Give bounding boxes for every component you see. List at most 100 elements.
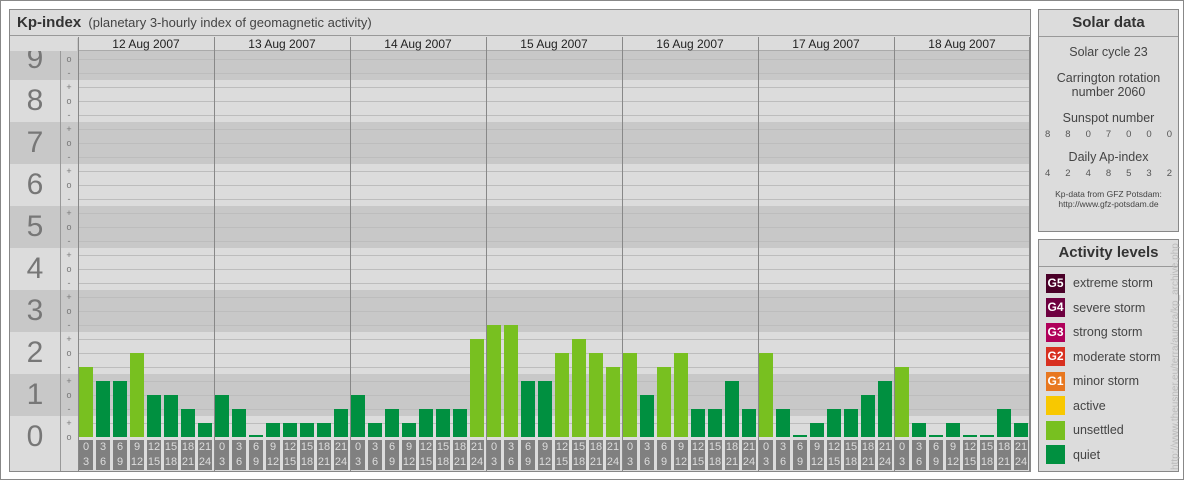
- time-interval-label: 03: [79, 440, 93, 470]
- kp-bar: [79, 367, 93, 437]
- value: 4: [1045, 168, 1051, 179]
- solar-cycle: Solar cycle 23: [1069, 45, 1148, 59]
- interval-end: 3: [490, 456, 498, 468]
- value: 8: [1065, 129, 1071, 140]
- day-divider: [1029, 37, 1030, 471]
- time-interval-label: 21 24: [878, 440, 892, 470]
- interval-end: 18: [300, 456, 314, 468]
- interval-start: 3: [507, 441, 515, 453]
- time-interval-label: 36: [504, 440, 518, 470]
- carrington-line1: Carrington rotation: [1056, 71, 1161, 85]
- kp-bar: [827, 409, 841, 437]
- kp-bar: [164, 395, 178, 437]
- level-label: unsettled: [1073, 423, 1124, 438]
- interval-start: 15: [300, 441, 314, 453]
- interval-end: 3: [626, 456, 634, 468]
- value: 3: [1146, 168, 1152, 179]
- interval-end: 18: [164, 456, 178, 468]
- gridline: [78, 115, 1029, 116]
- sub-tick-label: +: [66, 292, 72, 302]
- interval-start: 0: [490, 441, 498, 453]
- time-interval-label: 9 12: [810, 440, 824, 470]
- interval-end: 24: [198, 456, 212, 468]
- kp-bar: [334, 409, 348, 437]
- kp-tick-label: 8: [26, 84, 44, 117]
- interval-end: 15: [147, 456, 161, 468]
- interval-start: 18: [317, 441, 331, 453]
- interval-end: 9: [932, 456, 940, 468]
- time-interval-label: 03: [487, 440, 501, 470]
- interval-start: 18: [453, 441, 467, 453]
- sub-tick-label: -: [67, 320, 71, 330]
- sub-tick-label: +: [66, 376, 72, 386]
- activity-level-item: G2 moderate storm: [1039, 345, 1178, 370]
- gridline: [78, 269, 1029, 270]
- time-interval-label: 18 21: [317, 440, 331, 470]
- sub-tick-label: +: [66, 166, 72, 176]
- ap-values: 4 2 4 8 5 3 2: [1039, 168, 1178, 179]
- time-interval-label: 15 18: [572, 440, 586, 470]
- interval-start: 0: [762, 441, 770, 453]
- time-interval-label: 9 12: [130, 440, 144, 470]
- value: 0: [1146, 129, 1152, 140]
- interval-end: 21: [453, 456, 467, 468]
- kp-bar: [793, 435, 807, 437]
- interval-end: 3: [218, 456, 226, 468]
- gridline: [78, 255, 1029, 256]
- kp-bar: [606, 367, 620, 437]
- kp-bar: [147, 395, 161, 437]
- level-swatch: G2: [1046, 347, 1065, 367]
- kp-bar: [589, 353, 603, 437]
- day-label: 14 Aug 2007: [350, 37, 486, 51]
- kp-tick-label: 4: [26, 252, 44, 285]
- interval-start: 15: [844, 441, 858, 453]
- level-label: minor storm: [1073, 374, 1139, 389]
- activity-level-item: G5 extreme storm: [1039, 271, 1178, 296]
- time-interval-label: 36: [776, 440, 790, 470]
- time-interval-label: 21 24: [742, 440, 756, 470]
- interval-start: 0: [898, 441, 906, 453]
- interval-start: 15: [436, 441, 450, 453]
- time-interval-label: 12 15: [147, 440, 161, 470]
- interval-end: 18: [708, 456, 722, 468]
- sub-tick-label: -: [67, 110, 71, 120]
- interval-end: 6: [235, 456, 243, 468]
- kp-bar: [470, 339, 484, 437]
- time-interval-label: 15 18: [844, 440, 858, 470]
- activity-level-item: G1 minor storm: [1039, 369, 1178, 394]
- kp-bar: [895, 367, 909, 437]
- level-swatch: G4: [1046, 298, 1065, 318]
- time-interval-label: 21 24: [470, 440, 484, 470]
- interval-start: 12: [283, 441, 297, 453]
- interval-start: 6: [388, 441, 396, 453]
- interval-start: 21: [1014, 441, 1028, 453]
- time-interval-label: 69: [249, 440, 263, 470]
- value: 8: [1105, 168, 1112, 179]
- interval-start: 6: [252, 441, 260, 453]
- sub-tick-label: -: [67, 362, 71, 372]
- interval-start: 3: [643, 441, 651, 453]
- kp-bar: [436, 409, 450, 437]
- interval-end: 21: [589, 456, 603, 468]
- interval-end: 6: [643, 456, 651, 468]
- sub-tick-label: o: [66, 222, 72, 232]
- interval-end: 18: [436, 456, 450, 468]
- carrington-line2: number 2060: [1071, 85, 1146, 99]
- interval-end: 12: [402, 456, 416, 468]
- kp-bar: [708, 409, 722, 437]
- interval-end: 9: [388, 456, 396, 468]
- time-interval-label: 9 12: [402, 440, 416, 470]
- sub-tick-label: +: [66, 82, 72, 92]
- time-interval-label: 21 24: [1014, 440, 1028, 470]
- interval-start: 18: [861, 441, 875, 453]
- interval-end: 18: [572, 456, 586, 468]
- interval-start: 6: [660, 441, 668, 453]
- kp-bar: [657, 367, 671, 437]
- kp-bar: [113, 381, 127, 437]
- time-interval-label: 69: [521, 440, 535, 470]
- time-interval-label: 15 18: [980, 440, 994, 470]
- gridline: [78, 325, 1029, 326]
- source-link[interactable]: http://www.gfz-potsdam.de: [1039, 199, 1178, 209]
- time-interval-label: 9 12: [674, 440, 688, 470]
- sub-tick-label: -: [67, 236, 71, 246]
